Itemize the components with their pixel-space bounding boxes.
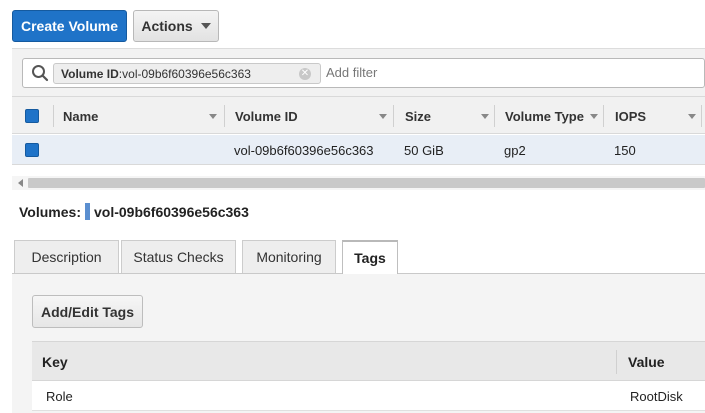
cell-volume-id: vol-09b6f60396e56c363	[234, 142, 374, 158]
table-row: Role RootDisk	[32, 381, 705, 411]
volumes-table-header: Name Volume ID Size Volume Type IOPS	[12, 96, 705, 134]
horizontal-scrollbar[interactable]	[12, 176, 705, 190]
sort-caret-icon[interactable]	[379, 114, 387, 119]
column-divider	[393, 105, 394, 127]
close-icon[interactable]: ✕	[299, 68, 311, 80]
cell-value: RootDisk	[630, 388, 683, 404]
details-selected-id: vol-09b6f60396e56c363	[93, 204, 249, 220]
actions-label: Actions	[141, 18, 193, 34]
column-header-key: Key	[42, 354, 68, 370]
column-divider	[701, 105, 702, 127]
cell-key: Role	[46, 388, 73, 404]
cell-iops: 150	[614, 142, 636, 158]
sort-caret-icon[interactable]	[481, 114, 489, 119]
tab-label: Monitoring	[256, 249, 322, 265]
column-header-volume-type[interactable]: Volume Type	[505, 97, 584, 135]
tab-label: Description	[31, 249, 102, 265]
sort-caret-icon[interactable]	[688, 114, 696, 119]
tab-status-checks[interactable]: Status Checks	[121, 240, 236, 273]
chevron-down-icon	[200, 23, 211, 29]
column-divider	[224, 105, 225, 127]
column-header-iops[interactable]: IOPS	[615, 97, 646, 135]
actions-dropdown-button[interactable]: Actions	[133, 10, 219, 42]
tab-label: Status Checks	[133, 249, 224, 265]
tab-tags[interactable]: Tags	[342, 240, 398, 274]
scrollbar-thumb[interactable]	[28, 178, 705, 188]
filter-bar: Volume ID : vol-09b6f60396e56c363 ✕ Add …	[12, 48, 705, 96]
add-filter-placeholder[interactable]: Add filter	[326, 65, 377, 80]
filter-chip-volume-id[interactable]: Volume ID : vol-09b6f60396e56c363 ✕	[53, 63, 321, 84]
column-divider	[603, 105, 604, 127]
selection-marker	[84, 203, 90, 220]
add-edit-tags-label: Add/Edit Tags	[40, 303, 135, 320]
tab-description[interactable]: Description	[14, 240, 119, 273]
create-volume-label: Create Volume	[21, 18, 118, 34]
add-edit-tags-button[interactable]: Add/Edit Tags	[32, 295, 143, 328]
tags-table-header: Key Value	[32, 341, 705, 381]
column-header-volume-id[interactable]: Volume ID	[235, 97, 298, 135]
row-checkbox[interactable]	[25, 143, 39, 157]
column-header-name[interactable]: Name	[63, 97, 98, 135]
sort-caret-icon[interactable]	[590, 114, 598, 119]
filter-chip-key: Volume ID	[61, 66, 119, 81]
cell-volume-type: gp2	[504, 142, 526, 158]
column-divider	[616, 350, 617, 374]
select-all-checkbox[interactable]	[25, 109, 39, 123]
details-label: Volumes:	[19, 204, 81, 220]
column-divider	[494, 105, 495, 127]
details-title: Volumes: vol-09b6f60396e56c363	[19, 203, 249, 220]
search-icon	[32, 65, 49, 82]
tab-label: Tags	[354, 250, 386, 266]
create-volume-button[interactable]: Create Volume	[12, 10, 127, 42]
search-input[interactable]: Volume ID : vol-09b6f60396e56c363 ✕ Add …	[22, 58, 705, 88]
table-row[interactable]: vol-09b6f60396e56c363 50 GiB gp2 150	[12, 135, 705, 165]
cell-size: 50 GiB	[404, 142, 444, 158]
column-divider	[53, 105, 54, 127]
filter-chip-value: vol-09b6f60396e56c363	[122, 66, 251, 81]
column-header-size[interactable]: Size	[405, 97, 431, 135]
scroll-left-icon[interactable]	[18, 179, 23, 187]
column-header-value: Value	[628, 354, 665, 370]
sort-caret-icon[interactable]	[209, 114, 217, 119]
tab-monitoring[interactable]: Monitoring	[242, 240, 336, 273]
